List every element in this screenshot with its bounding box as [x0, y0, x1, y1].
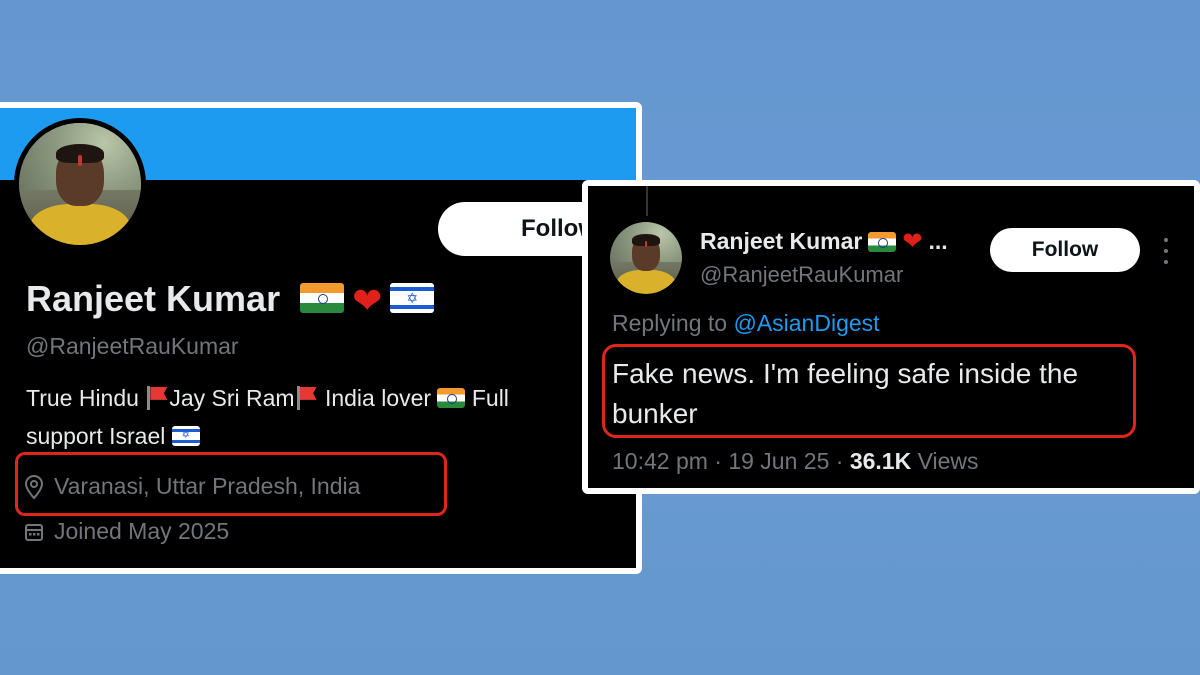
bio-text-2: Jay Sri Ram	[169, 384, 295, 411]
profile-joined: Joined May 2025	[24, 518, 229, 545]
tweet-meta: 10:42 pm · 19 Jun 25 · 36.1K Views	[612, 448, 979, 475]
tweet-author-name-row[interactable]: Ranjeet Kumar ❤ ...	[700, 228, 948, 255]
more-options-icon[interactable]	[1158, 238, 1174, 264]
profile-avatar[interactable]	[14, 118, 146, 250]
israel-flag-icon: ✡	[390, 283, 435, 314]
location-highlight-box	[15, 452, 447, 516]
bio-text-4: Full	[465, 384, 509, 411]
thread-line	[646, 186, 648, 216]
tweet-follow-button[interactable]: Follow	[990, 228, 1140, 272]
bio-text-1: True Hindu	[26, 384, 146, 411]
tweet-card: Ranjeet Kumar ❤ ... @RanjeetRauKumar Fol…	[582, 180, 1200, 494]
profile-bio: True Hindu Jay Sri Ram India lover Full …	[26, 378, 626, 454]
red-heart-icon: ❤	[352, 280, 383, 322]
tweet-avatar[interactable]	[610, 222, 682, 294]
views-label: Views	[911, 448, 979, 474]
joined-text: Joined May 2025	[54, 518, 230, 544]
bio-text-3: India lover	[318, 384, 438, 411]
tweet-highlight-box	[602, 344, 1136, 438]
replying-prefix: Replying to	[612, 310, 734, 336]
name-truncation: ...	[928, 228, 948, 254]
replying-to: Replying to @AsianDigest	[612, 310, 880, 337]
profile-handle: @RanjeetRauKumar	[26, 333, 239, 359]
red-flag-icon	[295, 385, 319, 411]
replying-to-mention[interactable]: @AsianDigest	[733, 310, 879, 336]
red-heart-icon: ❤	[902, 227, 923, 255]
india-flag-icon	[300, 283, 345, 314]
calendar-icon	[25, 523, 43, 541]
avatar-photo	[610, 222, 682, 294]
red-flag-icon	[145, 385, 169, 411]
profile-name-row: Ranjeet Kumar ❤ ✡	[26, 278, 435, 322]
views-count: 36.1K	[849, 448, 912, 474]
profile-card: Follow Ranjeet Kumar ❤ ✡ @RanjeetRauKuma…	[0, 102, 642, 574]
profile-name: Ranjeet Kumar	[26, 278, 281, 319]
tweet-author-name: Ranjeet Kumar	[700, 228, 863, 254]
india-flag-icon	[868, 231, 897, 252]
avatar-photo	[19, 123, 141, 245]
bio-text-5: support Israel	[26, 422, 172, 449]
tweet-timestamp[interactable]: 10:42 pm · 19 Jun 25 ·	[612, 448, 850, 474]
tweet-author-handle[interactable]: @RanjeetRauKumar	[700, 262, 903, 288]
india-flag-icon	[437, 387, 466, 408]
israel-flag-icon: ✡	[171, 425, 200, 446]
